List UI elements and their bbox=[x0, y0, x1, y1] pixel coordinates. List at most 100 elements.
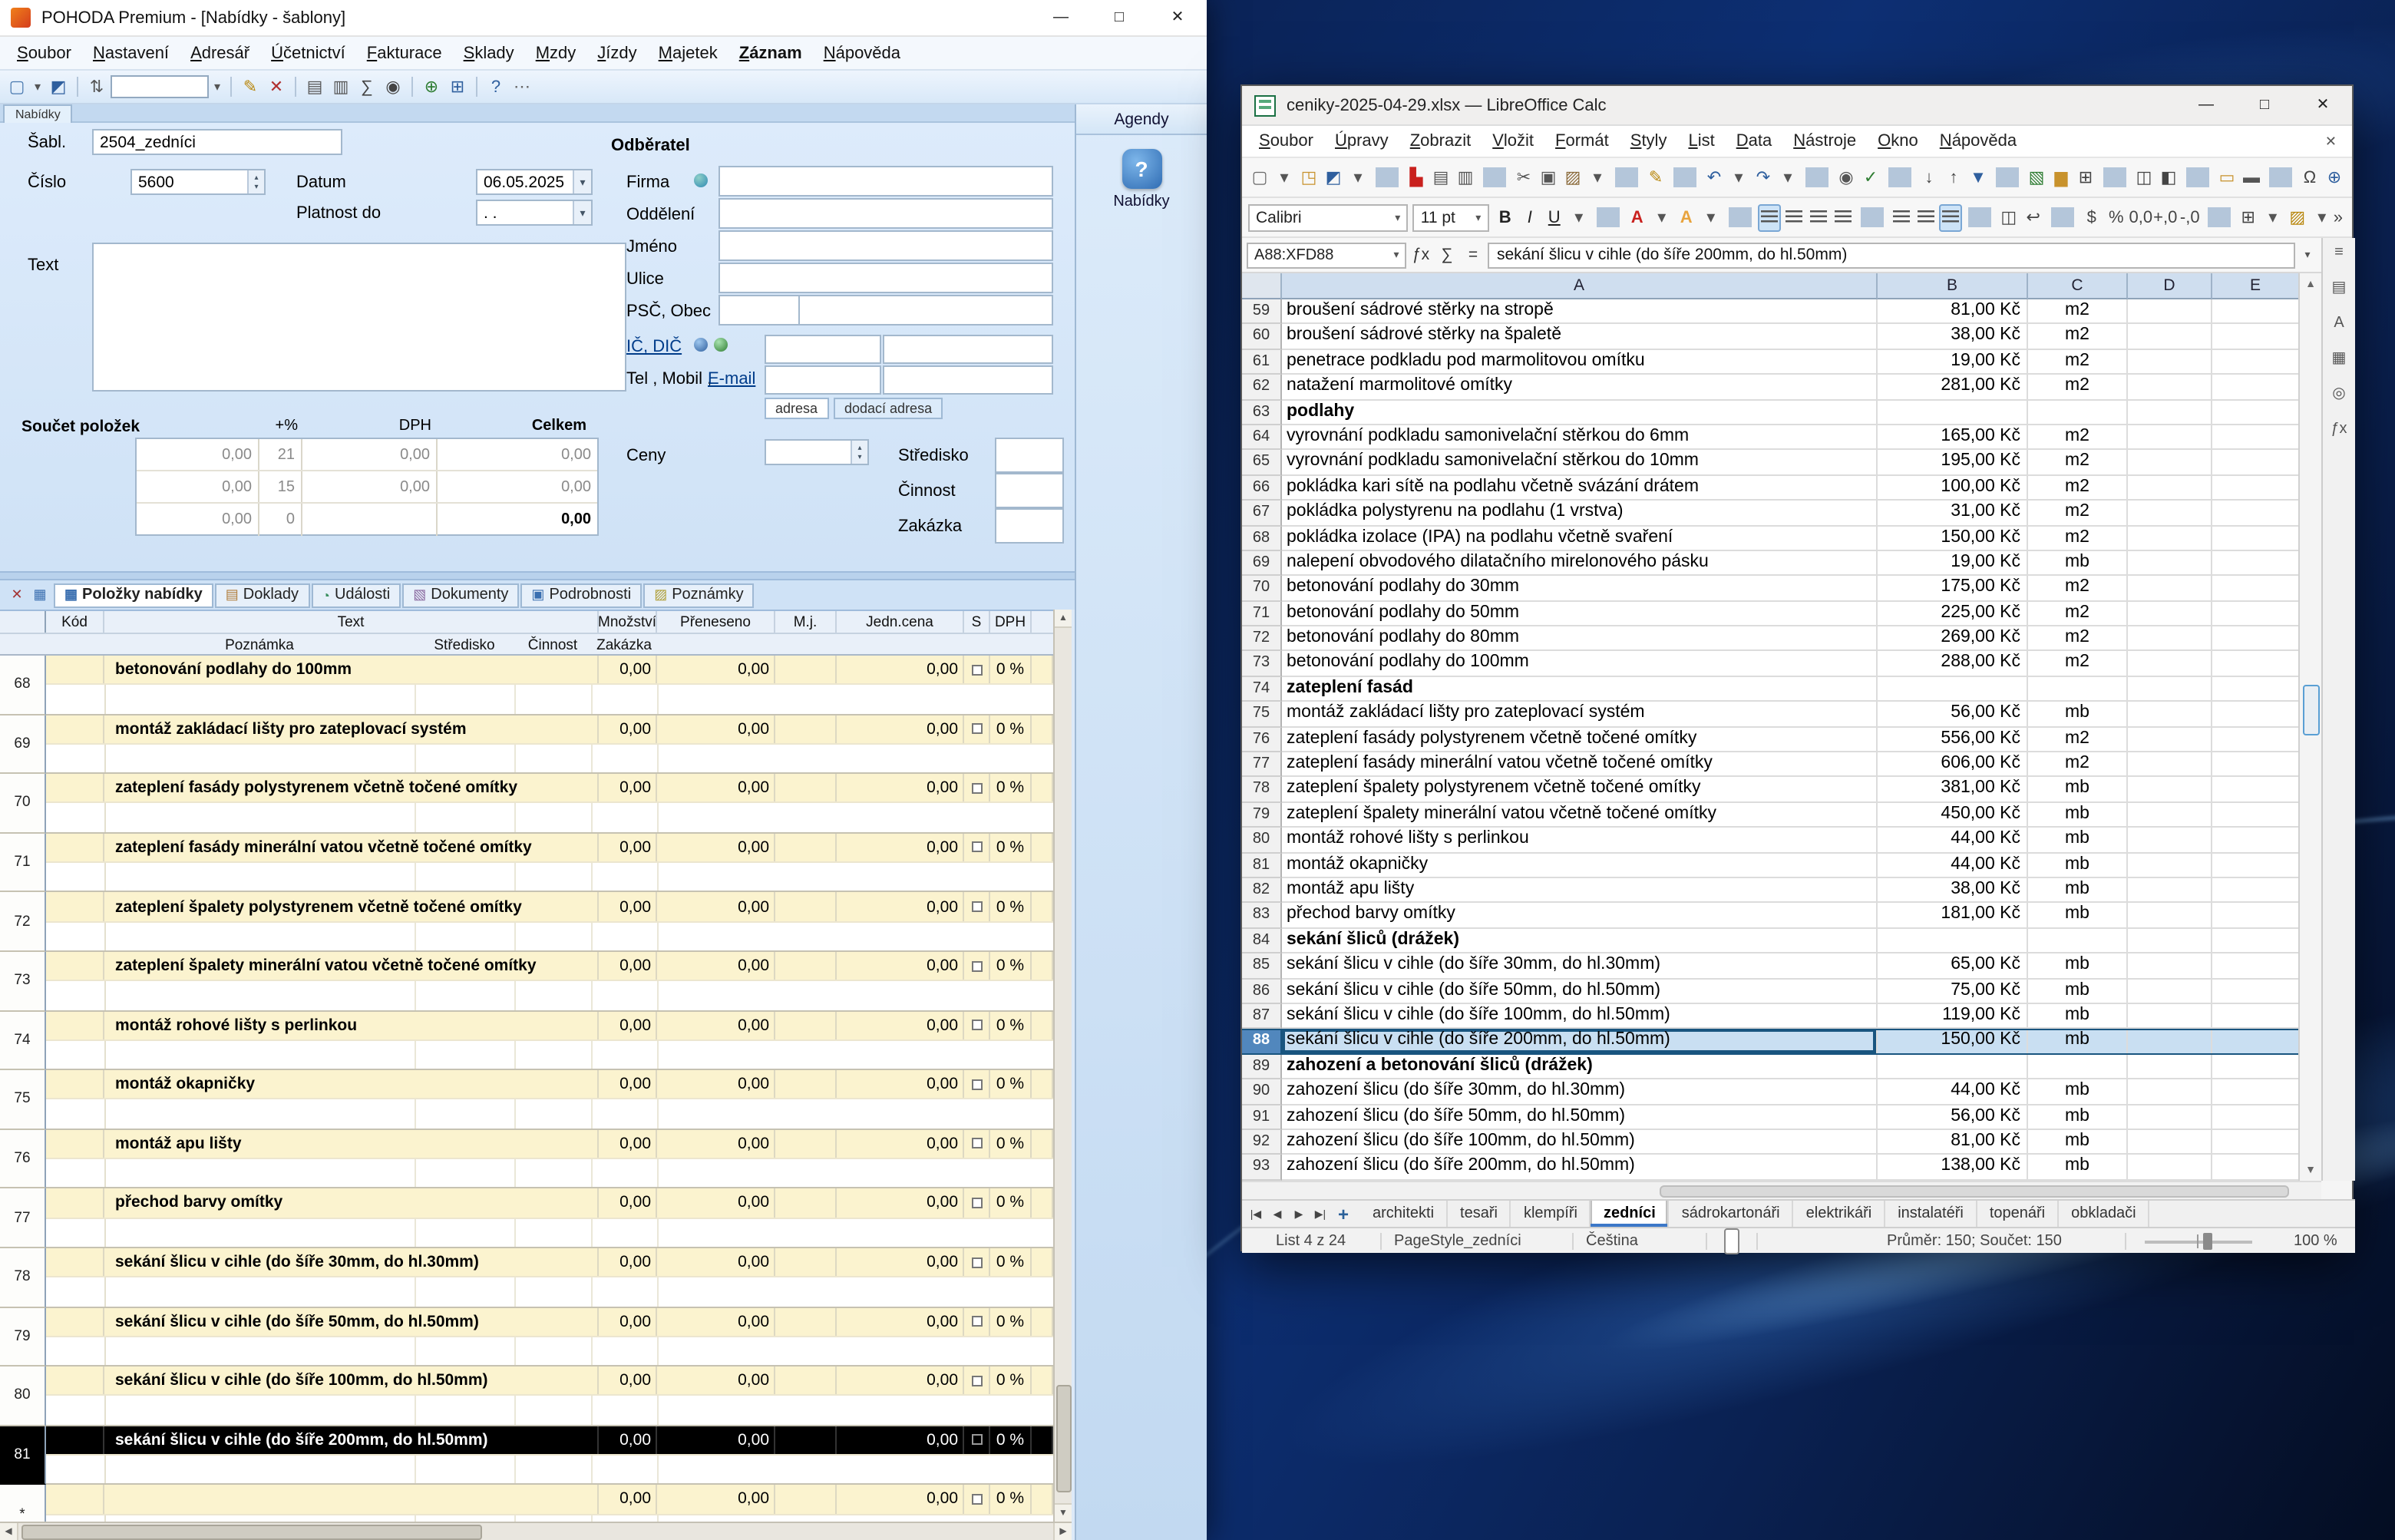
cell-a[interactable]: sekání šlicu v cihle (do šíře 30mm, do h… bbox=[1282, 953, 1878, 979]
cell-a[interactable]: sekání šliců (drážek) bbox=[1282, 929, 1878, 954]
toolbar-icon[interactable]: ▾ bbox=[1776, 164, 1799, 191]
cell-d[interactable] bbox=[2128, 1004, 2212, 1029]
font-size-dropdown-icon[interactable]: ▾ bbox=[1469, 211, 1488, 223]
spreadsheet-row[interactable]: 62 natažení marmolitové omítky 281,00 Kč… bbox=[1242, 375, 2298, 400]
row-header[interactable]: 78 bbox=[1242, 778, 1282, 803]
spreadsheet-row[interactable]: 64 vyrovnání podkladu samonivelační stěr… bbox=[1242, 425, 2298, 451]
offer-item-row[interactable]: 69 montáž zakládací lišty pro zateplovac… bbox=[0, 715, 1053, 774]
sheet-tab[interactable]: architekti bbox=[1360, 1201, 1448, 1227]
toolbar-icon[interactable] bbox=[1673, 167, 1696, 187]
col-jedncena[interactable]: Jedn.cena bbox=[837, 611, 964, 633]
form-grid-splitter[interactable] bbox=[0, 571, 1075, 580]
spreadsheet-row[interactable]: 70 betonování podlahy do 30mm 175,00 Kč … bbox=[1242, 577, 2298, 602]
toolbar-icon[interactable]: ▾ bbox=[2261, 203, 2284, 231]
cell-e[interactable] bbox=[2212, 1105, 2298, 1130]
expand-formula-bar-icon[interactable]: ▾ bbox=[2298, 249, 2317, 261]
cell-e[interactable] bbox=[2212, 878, 2298, 904]
menu-item[interactable]: Záznam bbox=[728, 39, 813, 67]
detail-tab[interactable]: ◔ Události bbox=[311, 583, 401, 607]
minimize-button[interactable]: — bbox=[1032, 0, 1090, 35]
row-header[interactable]: 93 bbox=[1242, 1155, 1282, 1181]
cell-d[interactable] bbox=[2128, 929, 2212, 954]
cell-e[interactable] bbox=[2212, 451, 2298, 476]
row-header[interactable]: 83 bbox=[1242, 904, 1282, 929]
toolbar-icon[interactable]: ∑ bbox=[355, 73, 379, 101]
menu-item[interactable]: Nastavení bbox=[82, 39, 180, 67]
cell-a[interactable]: zahození šlicu (do šíře 200mm, do hl.50m… bbox=[1282, 1155, 1878, 1181]
column-header-a[interactable]: A bbox=[1282, 273, 1878, 299]
spreadsheet-row[interactable]: 67 pokládka polystyrenu na podlahu (1 vr… bbox=[1242, 501, 2298, 526]
cell-d[interactable] bbox=[2128, 677, 2212, 702]
cell-e[interactable] bbox=[2212, 375, 2298, 400]
toolbar-icon[interactable]: ▾ bbox=[1700, 203, 1723, 231]
cell-d[interactable] bbox=[2128, 1079, 2212, 1105]
toolbar-icon[interactable]: ▾ bbox=[210, 73, 224, 101]
page-style[interactable]: PageStyle_zedníci bbox=[1394, 1228, 1521, 1254]
row-header[interactable]: 76 bbox=[1242, 727, 1282, 752]
cell-c[interactable]: m2 bbox=[2028, 626, 2128, 652]
spreadsheet-row[interactable]: 71 betonování podlahy do 50mm 225,00 Kč … bbox=[1242, 601, 2298, 626]
scroll-thumb[interactable] bbox=[21, 1524, 482, 1539]
scroll-thumb[interactable] bbox=[1056, 1385, 1072, 1492]
row-header[interactable]: 63 bbox=[1242, 400, 1282, 425]
cell-e[interactable] bbox=[2212, 350, 2298, 375]
font-name-dropdown-icon[interactable]: ▾ bbox=[1389, 211, 1407, 223]
toolbar-icon[interactable]: ▾ bbox=[31, 73, 45, 101]
toolbar-icon[interactable]: ▼ bbox=[1967, 164, 1990, 191]
scroll-down-icon[interactable]: ▼ bbox=[2300, 1159, 2321, 1181]
toolbar-icon[interactable]: ? bbox=[484, 73, 508, 101]
menu-item[interactable]: Soubor bbox=[1248, 129, 1324, 154]
job-input[interactable] bbox=[995, 508, 1064, 544]
cell-d[interactable] bbox=[2128, 400, 2212, 425]
toolbar-icon[interactable]: ◩ bbox=[1322, 164, 1345, 191]
toolbar-icon[interactable] bbox=[77, 77, 78, 97]
horizontal-scrollbar[interactable] bbox=[1242, 1181, 2321, 1199]
globe-icon[interactable] bbox=[694, 173, 708, 187]
offer-item-row[interactable]: 71 zateplení fasády minerální vatou včet… bbox=[0, 834, 1053, 893]
agenda-tab[interactable]: Nabídky bbox=[3, 104, 73, 123]
spreadsheet-row[interactable]: 85 sekání šlicu v cihle (do šíře 30mm, d… bbox=[1242, 953, 2298, 979]
toolbar-icon[interactable] bbox=[476, 77, 477, 97]
col-kod[interactable]: Kód bbox=[46, 611, 104, 633]
cell-c[interactable]: mb bbox=[2028, 778, 2128, 803]
cell-e[interactable] bbox=[2212, 551, 2298, 577]
tabbar-icon[interactable]: ▦ bbox=[29, 584, 51, 606]
toolbar-icon[interactable]: ▭ bbox=[2215, 164, 2238, 191]
cell-e[interactable] bbox=[2212, 828, 2298, 853]
toolbar-icon[interactable]: Ω bbox=[2298, 164, 2321, 191]
cell-b[interactable]: 450,00 Kč bbox=[1878, 803, 2028, 828]
sheet-nav-icon[interactable]: ▶| bbox=[1310, 1208, 1331, 1220]
registry-lookup-icon[interactable] bbox=[694, 338, 708, 352]
toolbar-icon[interactable] bbox=[1890, 203, 1913, 231]
cell-a[interactable]: betonování podlahy do 50mm bbox=[1282, 601, 1878, 626]
spreadsheet-row[interactable]: 89 zahození a betonování šliců (drážek) bbox=[1242, 1054, 2298, 1079]
cell-c[interactable]: m2 bbox=[2028, 652, 2128, 677]
toolbar-icon[interactable] bbox=[1968, 207, 1991, 227]
toolbar-icon[interactable]: U bbox=[1543, 203, 1566, 231]
spreadsheet-row[interactable]: 77 zateplení fasády minerální vatou včet… bbox=[1242, 752, 2298, 778]
col-stredisko[interactable]: Středisko bbox=[415, 634, 514, 657]
cell-b[interactable] bbox=[1878, 400, 2028, 425]
menu-item[interactable]: Nápověda bbox=[1929, 129, 2027, 154]
cell-d[interactable] bbox=[2128, 828, 2212, 853]
vat-checkbox[interactable] bbox=[971, 664, 982, 675]
toolbar-icon[interactable] bbox=[1483, 167, 1506, 187]
row-header[interactable]: 69 bbox=[1242, 551, 1282, 577]
cell-a[interactable]: betonování podlahy do 30mm bbox=[1282, 577, 1878, 602]
toolbar-icon[interactable]: ↶ bbox=[1703, 164, 1726, 191]
toolbar-icon[interactable]: I bbox=[1518, 203, 1541, 231]
column-header-d[interactable]: D bbox=[2128, 273, 2212, 299]
function-wizard-icon[interactable]: ƒx bbox=[1409, 246, 1432, 264]
selection-mode-icon[interactable] bbox=[1724, 1228, 1739, 1254]
toolbar-icon[interactable]: ↓ bbox=[1918, 164, 1941, 191]
col-zakazka[interactable]: Zakázka bbox=[591, 634, 657, 657]
row-header[interactable]: 64 bbox=[1242, 425, 1282, 451]
city-input[interactable] bbox=[798, 295, 1053, 326]
cell-d[interactable] bbox=[2128, 803, 2212, 828]
cell-c[interactable]: mb bbox=[2028, 803, 2128, 828]
toolbar-icon[interactable]: ✂ bbox=[1512, 164, 1535, 191]
cell-c[interactable]: m2 bbox=[2028, 299, 2128, 325]
cell-b[interactable]: 556,00 Kč bbox=[1878, 727, 2028, 752]
cell-e[interactable] bbox=[2212, 1155, 2298, 1181]
cell-c[interactable]: m2 bbox=[2028, 475, 2128, 501]
